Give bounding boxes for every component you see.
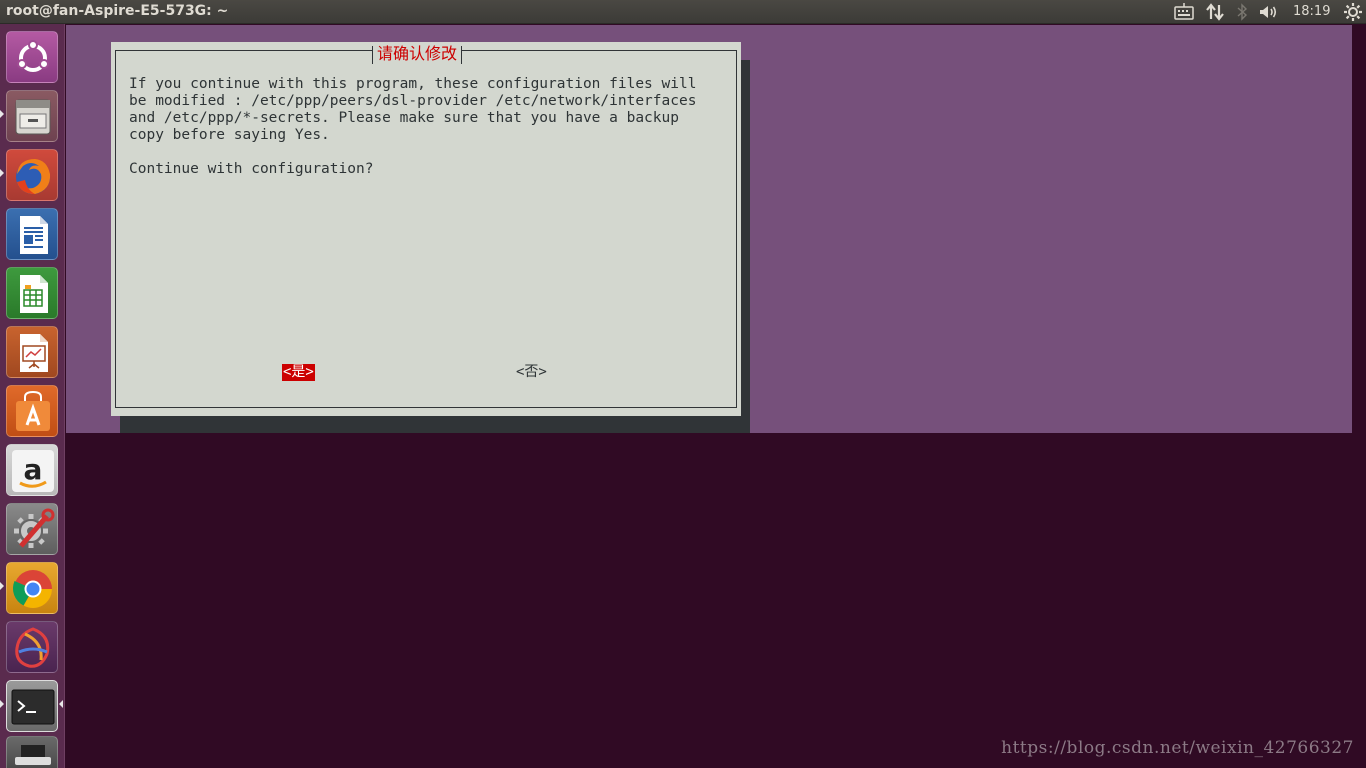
network-icon[interactable] [1206, 0, 1224, 24]
launcher-item-writer[interactable] [6, 208, 58, 260]
launcher-item-files[interactable] [6, 90, 58, 142]
launcher-item-terminal[interactable] [6, 680, 58, 732]
launcher-item-usb-drive[interactable] [6, 736, 58, 768]
volume-icon[interactable] [1258, 0, 1280, 24]
message-line: Continue with configuration? [129, 161, 374, 177]
writer-icon [20, 216, 48, 254]
yes-button[interactable]: <是> [282, 364, 315, 381]
message-line: If you continue with this program, these… [129, 76, 697, 92]
clock[interactable]: 18:19 [1293, 4, 1330, 19]
launcher-item-amazon[interactable]: a [6, 444, 58, 496]
usb-drive-icon [15, 745, 51, 765]
dialog-message: If you continue with this program, these… [129, 76, 696, 178]
launcher-item-calc[interactable] [6, 267, 58, 319]
firefox-icon [16, 159, 51, 194]
impress-icon [20, 334, 48, 372]
terminal-icon [11, 689, 55, 725]
launcher: a [0, 24, 65, 768]
launcher-item-dash[interactable] [6, 31, 58, 83]
netbeans-icon [15, 627, 50, 668]
confirm-dialog: 请确认修改 If you continue with this program,… [111, 42, 741, 416]
gear-icon[interactable] [1344, 0, 1362, 24]
launcher-item-firefox[interactable] [6, 149, 58, 201]
settings-icon [14, 508, 55, 548]
message-line: and /etc/ppp/*-secrets. Please make sure… [129, 110, 679, 126]
chrome-icon [12, 570, 53, 609]
message-line: be modified : /etc/ppp/peers/dsl-provide… [129, 93, 697, 109]
top-panel: root@fan-Aspire-E5-573G: ~ 18:19 [0, 0, 1366, 24]
calc-icon [20, 275, 48, 313]
dialog-title: 请确认修改 [372, 46, 463, 64]
launcher-item-netbeans[interactable] [6, 621, 58, 673]
no-button[interactable]: <否> [516, 364, 547, 381]
terminal-scrollbar[interactable] [1352, 25, 1366, 433]
software-center-icon [16, 390, 50, 431]
watermark: https://blog.csdn.net/weixin_42766327 [1001, 738, 1354, 758]
launcher-item-chrome[interactable] [6, 562, 58, 614]
message-line: copy before saying Yes. [129, 127, 330, 143]
amazon-icon: a [12, 450, 54, 492]
window-title: root@fan-Aspire-E5-573G: ~ [6, 3, 229, 19]
launcher-item-impress[interactable] [6, 326, 58, 378]
bluetooth-icon[interactable] [1236, 0, 1248, 24]
file-cabinet-icon [15, 99, 51, 135]
launcher-item-software[interactable] [6, 385, 58, 437]
ubuntu-logo-icon [17, 40, 49, 72]
keyboard-icon[interactable] [1174, 0, 1194, 24]
svg-text:a: a [24, 453, 43, 486]
launcher-item-settings[interactable] [6, 503, 58, 555]
